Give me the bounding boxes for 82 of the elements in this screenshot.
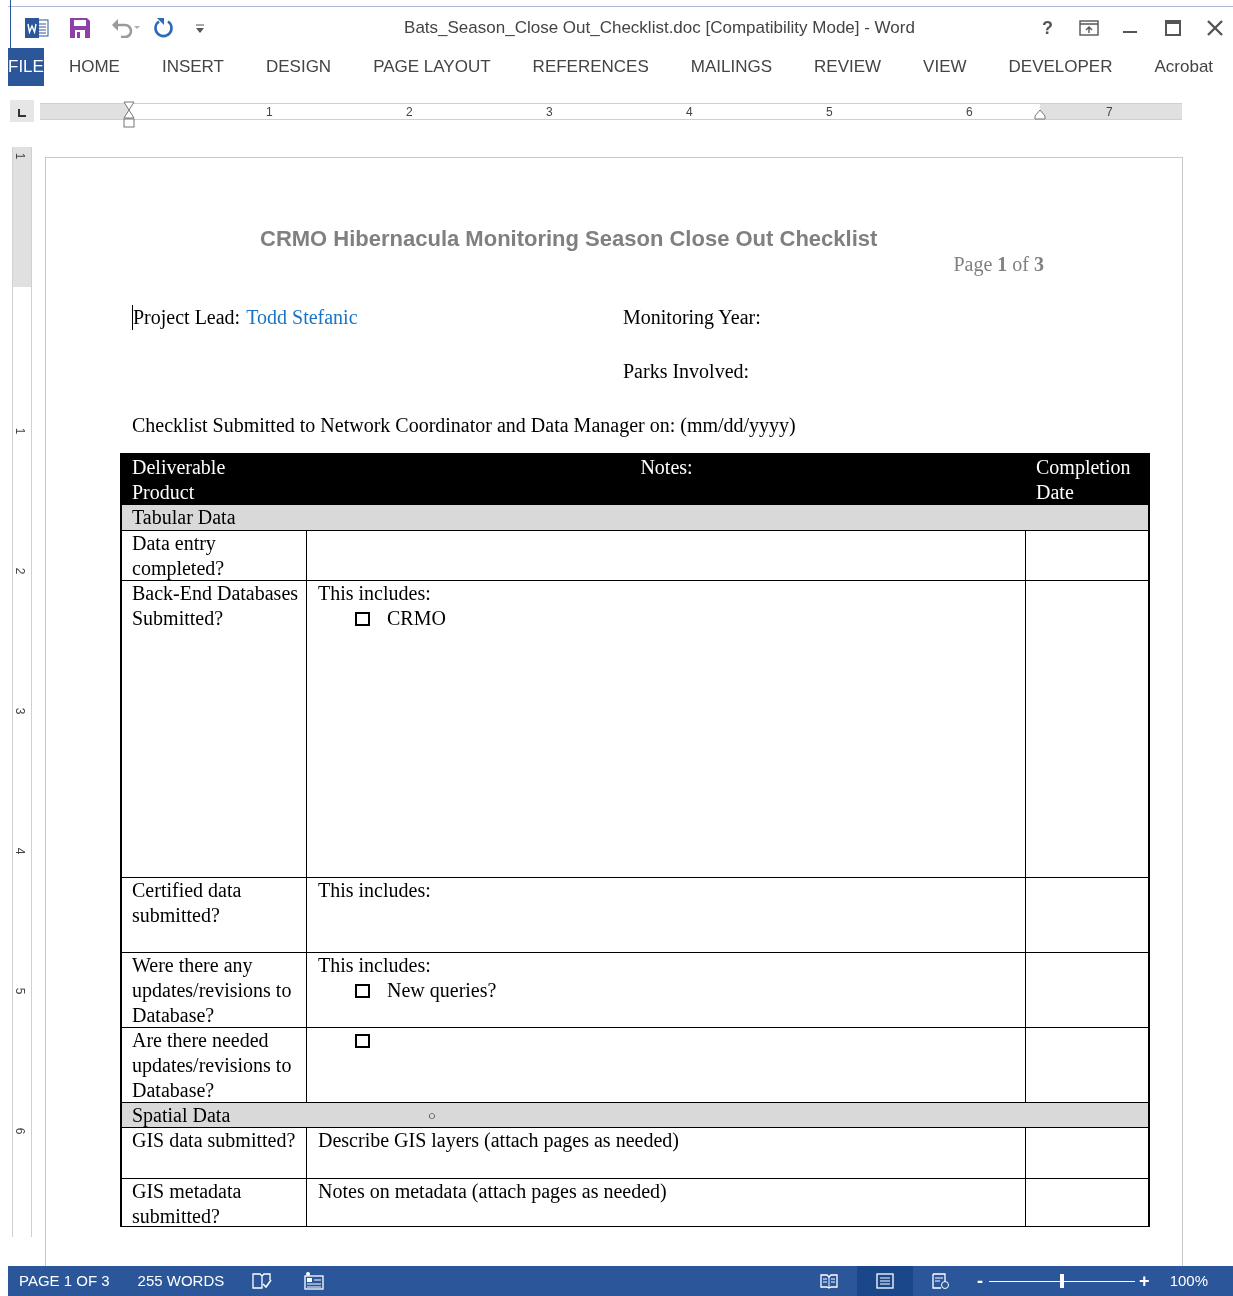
redo-icon[interactable] xyxy=(153,17,175,39)
save-icon[interactable] xyxy=(69,17,91,39)
word-count[interactable]: 255 WORDS xyxy=(137,1269,225,1293)
zoom-out-button[interactable]: - xyxy=(977,1267,984,1295)
submitted-line: Checklist Submitted to Network Coordinator and Data Manager on: (mm/dd/yyyy) xyxy=(132,414,796,436)
indent-marker-icon[interactable] xyxy=(123,100,135,129)
field-label: Project Lead: xyxy=(132,305,241,330)
ribbon-tab[interactable]: REVIEW xyxy=(814,48,882,86)
checkbox[interactable] xyxy=(355,983,370,998)
ribbon-tab[interactable]: Acrobat xyxy=(1154,48,1214,86)
ribbon-tab[interactable]: DEVELOPER xyxy=(1008,48,1113,86)
zoom-in-button[interactable]: + xyxy=(1139,1267,1150,1295)
section-label: Spatial Data xyxy=(131,1102,232,1128)
ruler-number: 2 xyxy=(12,567,29,575)
table-cell: Data entry completed? xyxy=(122,531,307,580)
book-icon xyxy=(820,1273,839,1289)
macro-icon[interactable] xyxy=(304,1272,325,1290)
bullet-mark: ○ xyxy=(428,1106,436,1125)
left-tab-icon xyxy=(18,109,26,117)
table-cell: GIS metadata submitted? xyxy=(122,1179,307,1226)
note-text: Notes on metadata (attach pages as needed) xyxy=(317,1179,668,1204)
window-title: Bats_Season_Close Out_Checklist.doc [Compatibility Mode] - Word xyxy=(404,17,915,40)
field-label: Monitoring Year: xyxy=(623,305,761,330)
maximize-icon[interactable] xyxy=(1165,20,1181,36)
ruler-number: 5 xyxy=(12,987,29,995)
close-icon[interactable] xyxy=(1207,20,1223,36)
ruler-number: 4 xyxy=(12,847,29,855)
ruler-number: 7 xyxy=(1106,103,1113,121)
page-number-label: Page 1 of 3 xyxy=(953,252,1044,277)
column-header: Notes: xyxy=(639,455,694,480)
ribbon-tab[interactable]: HOME xyxy=(68,48,120,86)
note-text: This includes: xyxy=(317,953,432,978)
customize-toolbar-icon[interactable] xyxy=(195,22,205,34)
undo-icon[interactable] xyxy=(111,18,141,38)
table-cell: Back-End Databases Submitted? xyxy=(122,581,307,877)
help-button[interactable]: ? xyxy=(1034,14,1061,42)
ribbon-tab[interactable]: FILE xyxy=(8,48,44,86)
ribbon-display-icon[interactable] xyxy=(1079,20,1099,36)
note-text: This includes: xyxy=(317,878,432,903)
ribbon-tab[interactable]: PAGE LAYOUT xyxy=(373,48,491,86)
ribbon-tab[interactable]: DESIGN xyxy=(265,48,332,86)
section-label: Tabular Data xyxy=(131,505,237,530)
ruler-number: 5 xyxy=(826,103,833,121)
field-label: Parks Involved: xyxy=(623,359,750,384)
zoom-slider-thumb[interactable] xyxy=(1060,1274,1065,1288)
web-page-icon xyxy=(932,1273,951,1289)
checkbox-label: CRMO xyxy=(387,606,446,631)
document-title: CRMO Hibernacula Monitoring Season Close Out Checklist xyxy=(260,226,878,252)
table-cell: Are there needed updates/revisions to Database? xyxy=(122,1028,307,1102)
ribbon-tab[interactable]: INSERT xyxy=(161,48,224,86)
proofing-icon[interactable] xyxy=(252,1272,273,1290)
ruler-number: 2 xyxy=(406,103,413,121)
right-indent-marker-icon[interactable] xyxy=(1034,108,1046,120)
ribbon-tab[interactable]: VIEW xyxy=(923,48,967,86)
ruler-number: 6 xyxy=(12,1127,29,1135)
ribbon-tab[interactable]: REFERENCES xyxy=(532,48,649,86)
ribbon-tab[interactable]: MAILINGS xyxy=(690,48,773,86)
table-cell: Certified data submitted? xyxy=(122,878,307,952)
ruler-number: 1 xyxy=(12,427,29,435)
checkbox-label: New queries? xyxy=(387,978,497,1003)
ruler-number: 1 xyxy=(266,103,273,121)
zoom-slider[interactable] xyxy=(989,1274,1136,1288)
ruler-number: 3 xyxy=(546,103,553,121)
page-icon xyxy=(876,1273,895,1289)
table-cell: GIS data submitted? xyxy=(122,1128,307,1178)
ruler-number: 4 xyxy=(686,103,693,121)
view-button[interactable] xyxy=(857,1266,914,1296)
word-logo-icon[interactable] xyxy=(25,17,49,39)
checkbox[interactable] xyxy=(355,611,370,626)
tab-selector[interactable] xyxy=(10,100,34,122)
project-lead-name: Todd Stefanic xyxy=(246,305,358,330)
note-text: Describe GIS layers (attach pages as needed) xyxy=(317,1128,680,1153)
zoom-level[interactable]: 100% xyxy=(1169,1269,1208,1293)
ruler-number: 3 xyxy=(12,707,29,715)
ruler-number: 6 xyxy=(966,103,973,121)
checkbox[interactable] xyxy=(355,1033,370,1048)
column-header: Completion Date xyxy=(1035,455,1132,505)
page-count[interactable]: PAGE 1 OF 3 xyxy=(19,1269,110,1293)
table-cell: Were there any updates/revisions to Database? xyxy=(122,953,307,1027)
ruler-number: 1 xyxy=(12,152,29,160)
column-header: Deliverable Product xyxy=(131,455,227,505)
note-text: This includes: xyxy=(317,581,432,606)
